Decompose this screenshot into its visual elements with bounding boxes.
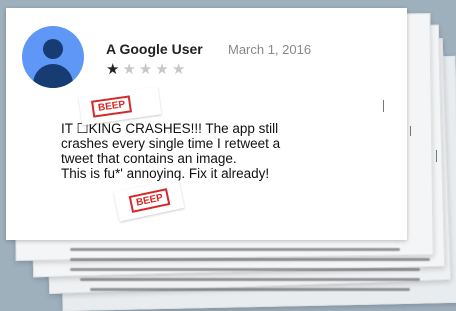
review-text: IT ☐KING CRASHES!!! The app still crashe…: [61, 121, 361, 181]
review-card: A Google User March 1, 2016 ★★★★★ IT ☐KI…: [6, 8, 411, 240]
review-line: IT ☐KING CRASHES!!! The app still: [61, 121, 279, 136]
star-rating: ★★★★★: [106, 60, 188, 78]
smear-line: [70, 268, 420, 271]
smear-line: [90, 288, 410, 291]
star-icon: ★: [171, 61, 189, 78]
star-icon: ★: [155, 61, 172, 78]
review-date: March 1, 2016: [228, 42, 312, 57]
review-author: A Google User: [106, 41, 203, 57]
divider-mark: [383, 100, 384, 112]
divider-mark: [410, 126, 411, 136]
star-icon: ★: [122, 61, 139, 78]
person-avatar-icon: [22, 26, 84, 88]
star-icon: ★: [106, 61, 123, 78]
star-icon: ★: [138, 61, 156, 78]
review-line: tweet that contains an image.: [61, 151, 237, 166]
review-line: crashes every single time I retweet a: [61, 136, 281, 151]
divider-mark: [436, 150, 437, 162]
smear-line: [80, 278, 420, 281]
smear-line: [70, 248, 400, 251]
review-line: This is fu*' annoying. Fix it already!: [61, 166, 270, 181]
smear-line: [70, 258, 430, 261]
